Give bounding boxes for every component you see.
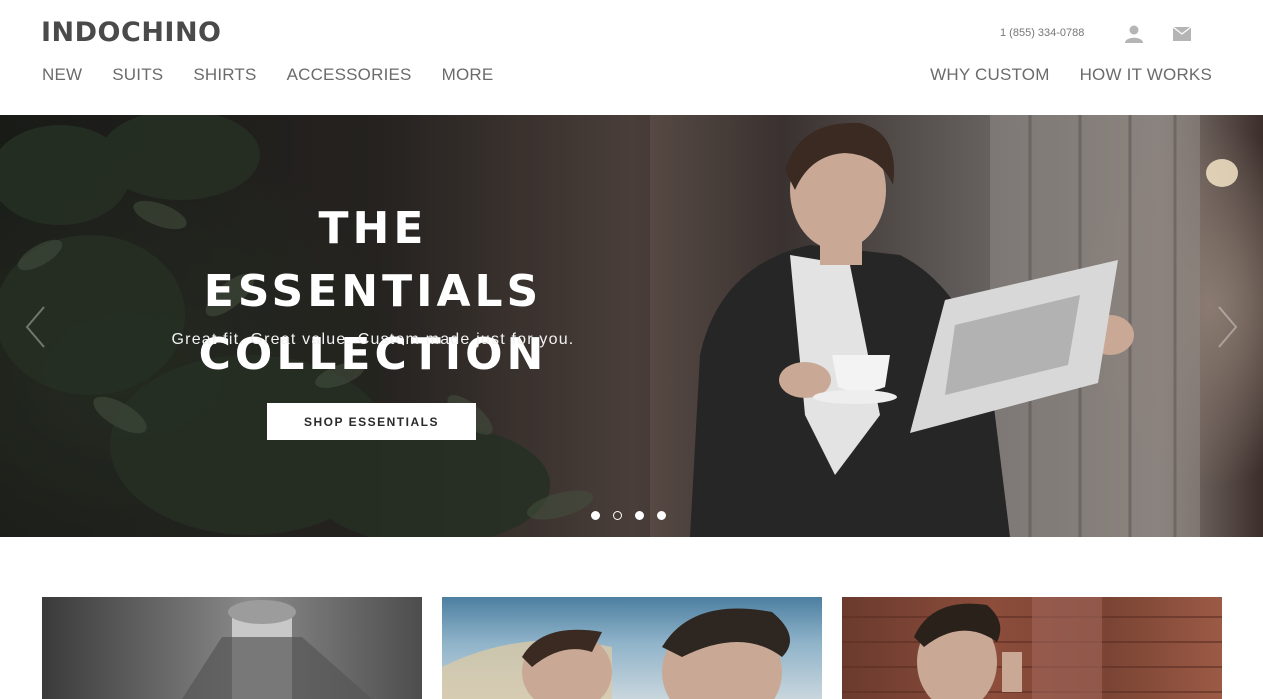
nav-item-how-it-works[interactable]: HOW IT WORKS	[1080, 65, 1212, 85]
tile-photo-3	[842, 597, 1222, 699]
promo-tile-1[interactable]	[42, 597, 422, 699]
cart-icon[interactable]	[1171, 24, 1193, 42]
secondary-nav: WHY CUSTOM HOW IT WORKS	[900, 65, 1212, 85]
carousel-dot-2[interactable]	[613, 511, 622, 520]
nav-item-accessories[interactable]: ACCESSORIES	[287, 65, 412, 85]
nav-item-suits[interactable]: SUITS	[112, 65, 163, 85]
hero-banner: THE ESSENTIALS COLLECTION Great fit. Gre…	[0, 115, 1263, 537]
tile-photo-1	[182, 600, 372, 699]
hero-subtitle: Great fit. Great value. Custom made just…	[171, 331, 575, 348]
nav-item-shirts[interactable]: SHIRTS	[193, 65, 256, 85]
brand-logo[interactable]: INDOCHINO	[41, 17, 222, 48]
chevron-left-icon[interactable]	[24, 305, 46, 349]
hero-title: THE ESSENTIALS COLLECTION	[150, 197, 596, 386]
carousel-dot-3[interactable]	[635, 511, 644, 520]
user-icon[interactable]	[1124, 24, 1144, 44]
primary-nav: NEW SUITS SHIRTS ACCESSORIES MORE	[42, 65, 523, 85]
promo-tile-2[interactable]	[442, 597, 822, 699]
hero-title-line1: THE ESSENTIALS	[203, 203, 543, 317]
chevron-right-icon[interactable]	[1217, 305, 1239, 349]
carousel-pagination	[591, 511, 679, 520]
nav-item-why-custom[interactable]: WHY CUSTOM	[930, 65, 1049, 85]
carousel-dot-4[interactable]	[657, 511, 666, 520]
nav-item-new[interactable]: NEW	[42, 65, 82, 85]
nav-item-more[interactable]: MORE	[442, 65, 494, 85]
carousel-dot-1[interactable]	[591, 511, 600, 520]
site-header: INDOCHINO 1 (855) 334-0788 NEW SUITS SHI…	[0, 0, 1263, 115]
tile-photo-2	[442, 608, 790, 699]
promo-tile-3[interactable]	[842, 597, 1222, 699]
phone-number[interactable]: 1 (855) 334-0788	[1000, 27, 1084, 39]
shop-essentials-button[interactable]: SHOP ESSENTIALS	[267, 403, 476, 440]
